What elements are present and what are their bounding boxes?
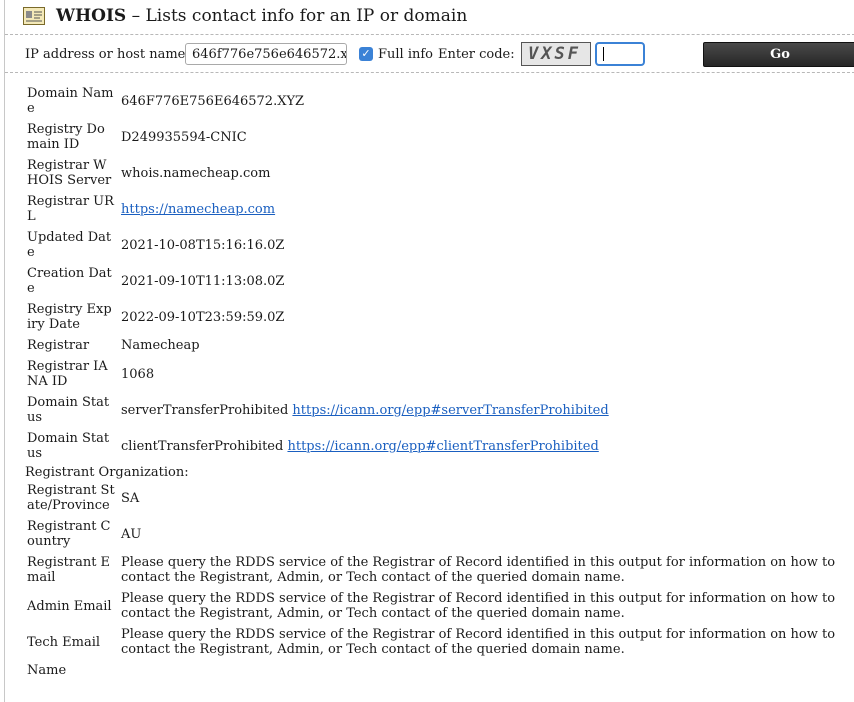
- record-value-text: 2022-09-10T23:59:59.0Z: [121, 309, 285, 325]
- record-value: Please query the RDDS service of the Reg…: [115, 591, 841, 621]
- record-row: Registrant Email Please query the RDDS se…: [23, 555, 853, 585]
- record-row: Registrar Namecheap: [23, 338, 853, 353]
- record-key: Admin Email: [27, 598, 112, 614]
- title-bar: WHOIS – Lists contact info for an IP or …: [5, 0, 854, 35]
- record-key: Creation Date: [27, 266, 112, 296]
- page-title-rest: – Lists contact info for an IP or domain: [126, 6, 468, 26]
- record-value: Please query the RDDS service of the Reg…: [115, 627, 841, 657]
- record-value: whois.namecheap.com: [115, 166, 841, 181]
- record-row: Domain Status serverTransferProhibited ht…: [23, 395, 853, 425]
- record-value-text: 2021-10-08T15:16:16.0Z: [121, 237, 285, 253]
- record-value: SA: [115, 491, 841, 506]
- records-group-2: Registrant State/Province SA Registrant Co…: [23, 483, 853, 678]
- record-row: Registrar URL https://namecheap.com: [23, 194, 853, 224]
- text-caret: [603, 47, 604, 61]
- record-value: 2021-10-08T15:16:16.0Z: [115, 238, 841, 253]
- go-button[interactable]: Go: [703, 42, 854, 67]
- record-value-text: clientTransferProhibited: [121, 438, 284, 454]
- page-title-bold: WHOIS: [56, 6, 127, 26]
- record-value: Namecheap: [115, 338, 841, 353]
- section-label: Registrant Organization:: [25, 465, 189, 480]
- record-row: Domain Status clientTransferProhibited ht…: [23, 431, 853, 461]
- record-row: Creation Date 2021-09-10T11:13:08.0Z: [23, 266, 853, 296]
- record-key: Registrar: [27, 338, 90, 353]
- record-key: Domain Name: [27, 86, 114, 116]
- record-value-text: whois.namecheap.com: [121, 165, 271, 181]
- record-value: serverTransferProhibited https://icann.o…: [115, 403, 841, 418]
- record-value-text: 646F776E756E646572.XYZ: [121, 93, 305, 109]
- record-value-text: AU: [121, 526, 142, 542]
- record-key: Registrant Country: [27, 519, 111, 549]
- record-value: https://namecheap.com: [115, 202, 841, 217]
- captcha-text: VXSF: [528, 44, 581, 64]
- record-link[interactable]: https://namecheap.com: [121, 202, 275, 217]
- record-key: Updated Date: [27, 230, 112, 260]
- record-value-text: Please query the RDDS service of the Reg…: [121, 591, 836, 621]
- record-key: Domain Status: [27, 395, 110, 425]
- ip-label: IP address or host name:: [25, 47, 190, 62]
- record-value-text: Namecheap: [121, 338, 200, 353]
- record-key: Domain Status: [27, 431, 110, 461]
- code-label: Enter code:: [438, 47, 515, 62]
- ip-input[interactable]: 646f776e756e646572.x: [185, 43, 347, 65]
- record-row: Domain Name 646F776E756E646572.XYZ: [23, 86, 853, 116]
- record-key: Registrar URL: [27, 194, 114, 224]
- record-value: AU: [115, 527, 841, 542]
- record-row: Updated Date 2021-10-08T15:16:16.0Z: [23, 230, 853, 260]
- record-row: Tech Email Please query the RDDS service …: [23, 627, 853, 657]
- record-row: Registry Expiry Date 2022-09-10T23:59:59.…: [23, 302, 853, 332]
- whois-results: Domain Name 646F776E756E646572.XYZ Registr…: [23, 86, 853, 684]
- record-row: Registrar WHOIS Server whois.namecheap.co…: [23, 158, 853, 188]
- record-key: Registrar IANA ID: [27, 359, 108, 389]
- record-row: Registrant Country AU: [23, 519, 853, 549]
- whois-page: WHOIS – Lists contact info for an IP or …: [4, 0, 854, 702]
- record-key: Tech Email: [27, 634, 101, 650]
- record-row: Registry Domain ID D249935594-CNIC: [23, 122, 853, 152]
- record-key: Name: [27, 663, 67, 678]
- record-value-text: Please query the RDDS service of the Reg…: [121, 555, 836, 585]
- records-group-1: Domain Name 646F776E756E646572.XYZ Registr…: [23, 86, 853, 461]
- record-key: Registry Expiry Date: [27, 302, 112, 332]
- record-row: Name: [23, 663, 853, 678]
- lookup-form: IP address or host name: 646f776e756e646…: [5, 38, 854, 73]
- id-card-icon: [23, 7, 45, 25]
- page-title: WHOIS – Lists contact info for an IP or …: [56, 6, 467, 26]
- record-key: Registrar WHOIS Server: [27, 158, 112, 188]
- record-value-text: SA: [121, 490, 140, 506]
- record-value: Please query the RDDS service of the Reg…: [115, 555, 841, 585]
- record-value: 2021-09-10T11:13:08.0Z: [115, 274, 841, 289]
- full-info-label[interactable]: Full info: [378, 47, 433, 62]
- record-value-text: 2021-09-10T11:13:08.0Z: [121, 273, 285, 289]
- record-value-text: D249935594-CNIC: [121, 129, 247, 145]
- record-value-text: 1068: [121, 366, 155, 382]
- record-link[interactable]: https://icann.org/epp#serverTransferProh…: [292, 403, 608, 418]
- record-key: Registry Domain ID: [27, 122, 105, 152]
- record-value: 1068: [115, 367, 841, 382]
- record-row: Registrar IANA ID 1068: [23, 359, 853, 389]
- record-row: Admin Email Please query the RDDS service…: [23, 591, 853, 621]
- record-key: Registrant State/Province: [27, 483, 115, 513]
- record-value-text: Please query the RDDS service of the Reg…: [121, 627, 836, 657]
- record-row: Registrant State/Province SA: [23, 483, 853, 513]
- record-value: D249935594-CNIC: [115, 130, 841, 145]
- code-input[interactable]: [595, 42, 645, 66]
- full-info-checkbox[interactable]: ✓: [359, 47, 373, 61]
- captcha-image: VXSF: [521, 42, 591, 66]
- record-key: Registrant Email: [27, 555, 111, 585]
- record-value-text: serverTransferProhibited: [121, 402, 289, 418]
- record-value: 2022-09-10T23:59:59.0Z: [115, 310, 841, 325]
- record-value: 646F776E756E646572.XYZ: [115, 94, 841, 109]
- record-link[interactable]: https://icann.org/epp#clientTransferProh…: [287, 439, 598, 454]
- record-value: clientTransferProhibited https://icann.o…: [115, 439, 841, 454]
